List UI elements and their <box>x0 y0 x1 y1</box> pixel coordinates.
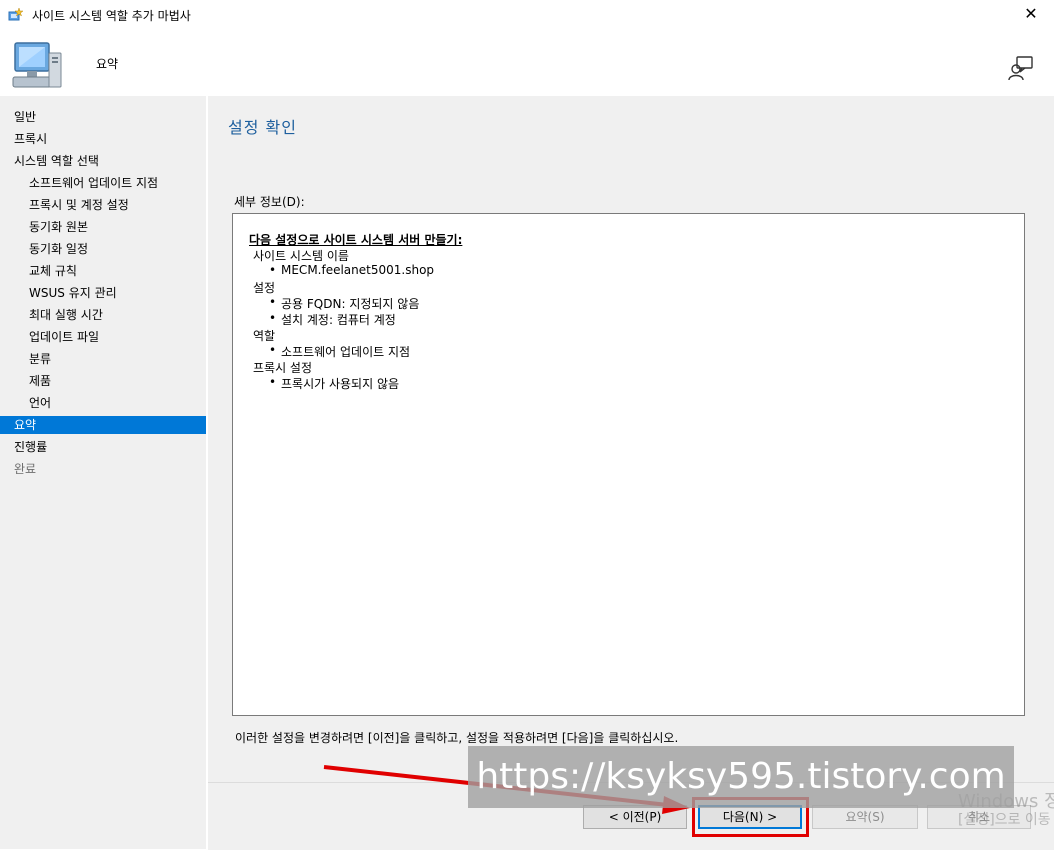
bullet-icon: • <box>269 343 277 357</box>
computer-icon <box>12 42 62 88</box>
nav-item: 요약 <box>0 416 206 434</box>
windows-activation-subtext: [설정]으로 이동 <box>958 812 1051 828</box>
nav-item: 진행률 <box>14 440 48 454</box>
details-heading: 다음 설정으로 사이트 시스템 서버 만들기: <box>249 233 463 247</box>
summary-button: 요약(S) <box>812 805 918 829</box>
nav-item: 시스템 역할 선택 <box>14 154 99 168</box>
close-icon[interactable]: ✕ <box>1022 5 1040 23</box>
window-title: 사이트 시스템 역할 추가 마법사 <box>32 9 191 23</box>
nav-item: 최대 실행 시간 <box>29 308 103 322</box>
details-section-title: 사이트 시스템 이름 <box>253 249 349 263</box>
nav-item: WSUS 유지 관리 <box>29 286 117 300</box>
wizard-app-icon <box>8 7 24 21</box>
nav-item: 프록시 <box>14 132 48 146</box>
nav-item: 제품 <box>29 374 52 388</box>
blog-watermark: https://ksyksy595.tistory.com <box>468 746 1014 808</box>
wizard-header: 요약 <box>0 31 1054 95</box>
nav-item: 일반 <box>14 110 37 124</box>
main-content: 설정 확인 세부 정보(D): 다음 설정으로 사이트 시스템 서버 만들기: 사… <box>208 96 1054 782</box>
nav-item: 업데이트 파일 <box>29 330 100 344</box>
details-section-title: 프록시 설정 <box>253 361 313 375</box>
nav-item: 소프트웨어 업데이트 지점 <box>29 176 159 190</box>
nav-item: 프록시 및 계정 설정 <box>29 198 129 212</box>
previous-button[interactable]: < 이전(P) <box>583 805 687 829</box>
details-section-title: 역할 <box>253 329 276 343</box>
nav-item: 동기화 일정 <box>29 242 89 256</box>
details-bullet-item: 공용 FQDN: 지정되지 않음 <box>281 297 420 311</box>
details-section-title: 설정 <box>253 281 276 295</box>
details-bullet-item: 설치 계정: 컴퓨터 계정 <box>281 313 396 327</box>
nav-item: 교체 규칙 <box>29 264 77 278</box>
wizard-step-heading: 요약 <box>96 57 119 71</box>
wizard-nav: 일반프록시시스템 역할 선택소프트웨어 업데이트 지점프록시 및 계정 설정동기… <box>0 96 206 849</box>
page-title: 설정 확인 <box>228 118 297 137</box>
details-bullet-item: MECM.feelanet5001.shop <box>281 263 435 277</box>
instruction-text: 이러한 설정을 변경하려면 [이전]을 클릭하고, 설정을 적용하려면 [다음]… <box>235 731 679 745</box>
details-textbox[interactable]: 다음 설정으로 사이트 시스템 서버 만들기: 사이트 시스템 이름 • MECM.f… <box>232 213 1025 716</box>
bullet-icon: • <box>269 311 277 325</box>
nav-item: 완료 <box>14 462 37 476</box>
details-bullet-item: 소프트웨어 업데이트 지점 <box>281 345 411 359</box>
nav-item: 분류 <box>29 352 52 366</box>
details-label: 세부 정보(D): <box>234 195 305 209</box>
nav-item: 언어 <box>29 396 52 410</box>
title-bar: 사이트 시스템 역할 추가 마법사 ✕ <box>0 0 1054 31</box>
bullet-icon: • <box>269 263 277 277</box>
details-bullet-item: 프록시가 사용되지 않음 <box>281 377 400 391</box>
bullet-icon: • <box>269 295 277 309</box>
feedback-icon[interactable] <box>1008 55 1034 81</box>
nav-item: 동기화 원본 <box>29 220 89 234</box>
bullet-icon: • <box>269 375 277 389</box>
